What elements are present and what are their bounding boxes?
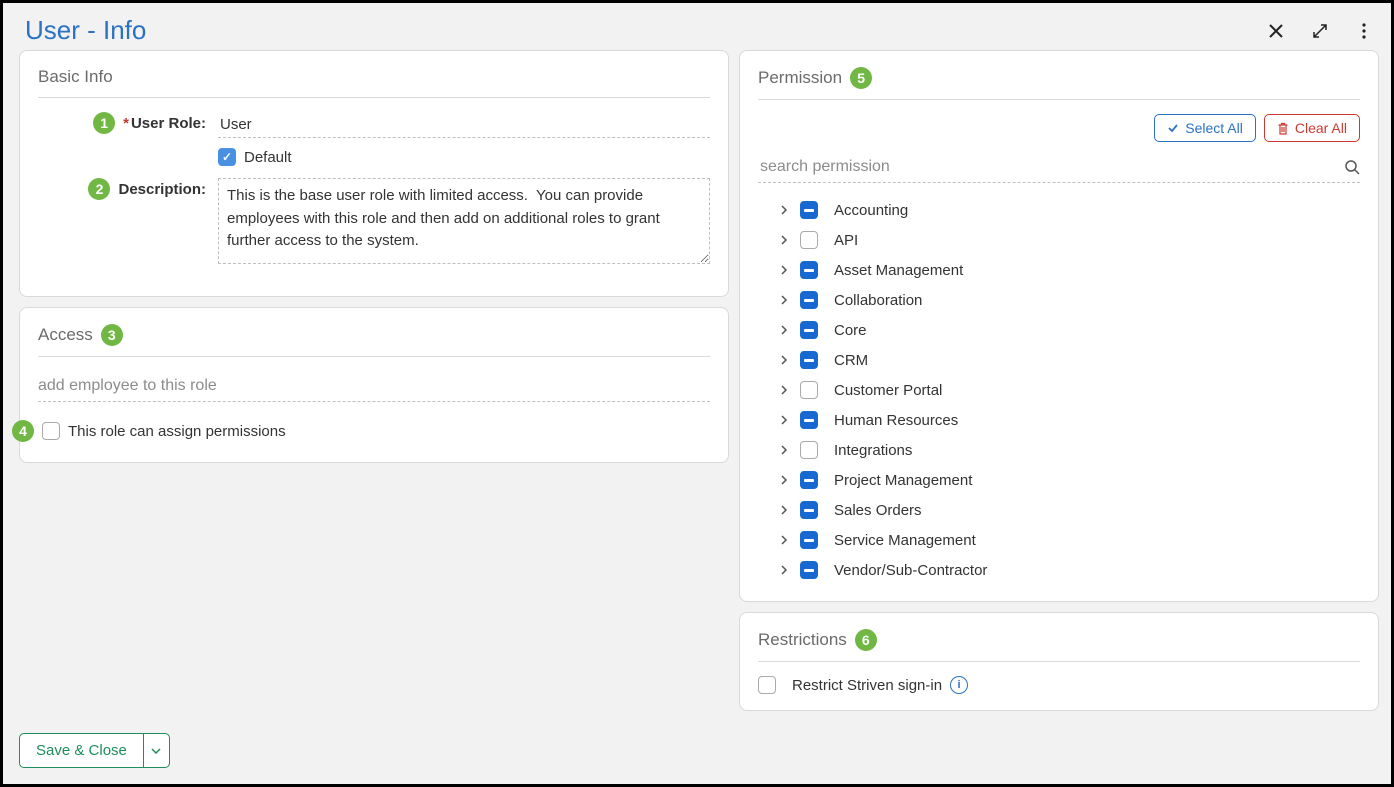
add-employee-input[interactable]	[38, 371, 710, 402]
badge-2: 2	[88, 178, 110, 200]
permission-card: Permission 5 Select All Clear All	[739, 50, 1379, 602]
restrict-signin-label: Restrict Striven sign-in	[792, 677, 942, 694]
info-icon[interactable]: i	[950, 676, 968, 694]
save-close-button[interactable]: Save & Close	[19, 733, 170, 768]
restrictions-header: Restrictions 6	[758, 629, 1360, 662]
permission-checkbox[interactable]	[800, 531, 818, 549]
basic-info-card: Basic Info 1 *User Role: Default	[19, 50, 729, 297]
default-checkbox[interactable]	[218, 148, 236, 166]
page-title: User - Info	[25, 15, 146, 46]
close-icon[interactable]	[1265, 20, 1287, 42]
assign-permissions-label: This role can assign permissions	[68, 423, 286, 440]
permission-item[interactable]: Project Management	[758, 465, 1360, 495]
permission-label: Human Resources	[834, 412, 958, 429]
chevron-right-icon[interactable]	[780, 445, 792, 455]
permission-label: Vendor/Sub-Contractor	[834, 562, 987, 579]
clear-all-button[interactable]: Clear All	[1264, 114, 1360, 142]
permission-item[interactable]: Integrations	[758, 435, 1360, 465]
permission-item[interactable]: Customer Portal	[758, 375, 1360, 405]
chevron-right-icon[interactable]	[780, 505, 792, 515]
permission-item[interactable]: Human Resources	[758, 405, 1360, 435]
chevron-right-icon[interactable]	[780, 325, 792, 335]
chevron-right-icon[interactable]	[780, 565, 792, 575]
permission-item[interactable]: Asset Management	[758, 255, 1360, 285]
permission-checkbox[interactable]	[800, 231, 818, 249]
permission-checkbox[interactable]	[800, 471, 818, 489]
permission-label: Project Management	[834, 472, 972, 489]
permission-item[interactable]: CRM	[758, 345, 1360, 375]
default-label: Default	[244, 149, 292, 166]
chevron-right-icon[interactable]	[780, 205, 792, 215]
permission-label: Accounting	[834, 202, 908, 219]
permission-checkbox[interactable]	[800, 261, 818, 279]
description-textarea[interactable]	[218, 178, 710, 264]
chevron-right-icon[interactable]	[780, 295, 792, 305]
permission-checkbox[interactable]	[800, 441, 818, 459]
permission-label: Customer Portal	[834, 382, 942, 399]
access-card: Access 3 4 This role can assign permissi…	[19, 307, 729, 463]
permission-search-input[interactable]	[758, 152, 1344, 182]
chevron-right-icon[interactable]	[780, 235, 792, 245]
badge-1: 1	[93, 112, 115, 134]
access-header: Access 3	[38, 324, 710, 357]
chevron-right-icon[interactable]	[780, 265, 792, 275]
search-icon[interactable]	[1344, 159, 1360, 175]
assign-permissions-checkbox[interactable]	[42, 422, 60, 440]
user-role-input[interactable]	[218, 112, 710, 138]
restrictions-card: Restrictions 6 Restrict Striven sign-in …	[739, 612, 1379, 711]
badge-3: 3	[101, 324, 123, 346]
expand-icon[interactable]	[1309, 20, 1331, 42]
permission-item[interactable]: Vendor/Sub-Contractor	[758, 555, 1360, 585]
permission-checkbox[interactable]	[800, 411, 818, 429]
badge-4: 4	[12, 420, 34, 442]
permission-item[interactable]: Collaboration	[758, 285, 1360, 315]
permission-header: Permission 5	[758, 67, 1360, 100]
permission-checkbox[interactable]	[800, 381, 818, 399]
user-role-label: User Role:	[131, 115, 206, 132]
permission-label: Core	[834, 322, 867, 339]
permission-item[interactable]: Accounting	[758, 195, 1360, 225]
permission-item[interactable]: Core	[758, 315, 1360, 345]
permission-item[interactable]: Service Management	[758, 525, 1360, 555]
select-all-button[interactable]: Select All	[1154, 114, 1256, 142]
chevron-right-icon[interactable]	[780, 415, 792, 425]
basic-info-header: Basic Info	[38, 67, 710, 98]
permission-item[interactable]: API	[758, 225, 1360, 255]
chevron-right-icon[interactable]	[780, 535, 792, 545]
permission-label: Service Management	[834, 532, 976, 549]
permission-label: Asset Management	[834, 262, 963, 279]
description-label: Description:	[118, 181, 206, 198]
permission-tree: Accounting API Asset Management Collaborati…	[758, 195, 1360, 585]
restrict-signin-checkbox[interactable]	[758, 676, 776, 694]
permission-item[interactable]: Sales Orders	[758, 495, 1360, 525]
chevron-right-icon[interactable]	[780, 355, 792, 365]
permission-checkbox[interactable]	[800, 561, 818, 579]
permission-checkbox[interactable]	[800, 291, 818, 309]
permission-checkbox[interactable]	[800, 501, 818, 519]
permission-checkbox[interactable]	[800, 201, 818, 219]
permission-label: Collaboration	[834, 292, 922, 309]
permission-label: Integrations	[834, 442, 912, 459]
more-menu-icon[interactable]	[1353, 20, 1375, 42]
save-dropdown-toggle[interactable]	[143, 734, 169, 767]
permission-checkbox[interactable]	[800, 321, 818, 339]
permission-label: API	[834, 232, 858, 249]
badge-5: 5	[850, 67, 872, 89]
badge-6: 6	[855, 629, 877, 651]
chevron-right-icon[interactable]	[780, 385, 792, 395]
permission-label: CRM	[834, 352, 868, 369]
permission-checkbox[interactable]	[800, 351, 818, 369]
chevron-right-icon[interactable]	[780, 475, 792, 485]
permission-label: Sales Orders	[834, 502, 922, 519]
